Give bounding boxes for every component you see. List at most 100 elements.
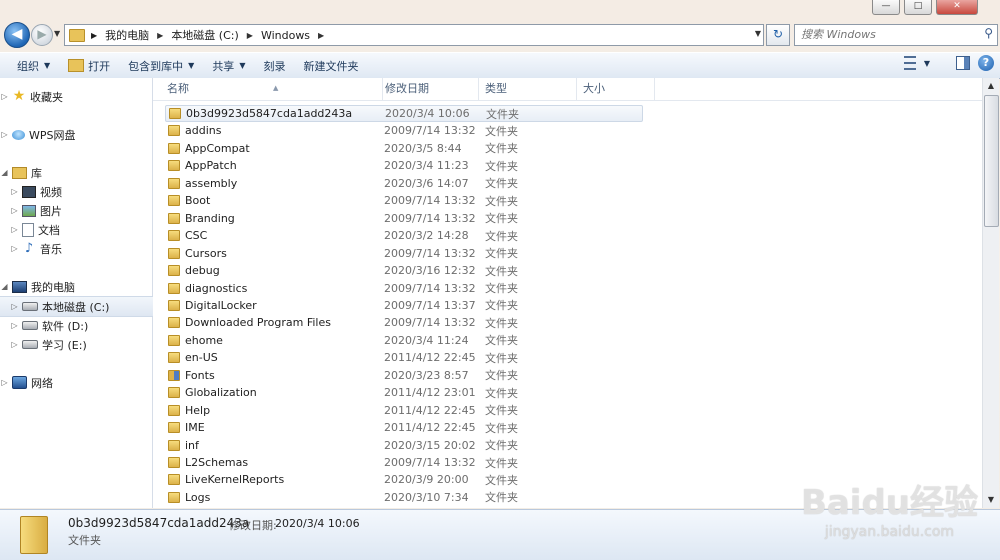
breadcrumb-chevron-icon[interactable]: ▶ — [91, 31, 97, 40]
column-header-size[interactable]: 大小 — [577, 78, 655, 100]
preview-pane-icon[interactable] — [956, 56, 970, 70]
nav-item-drive-d[interactable]: ▷ 软件 (D:) — [0, 316, 162, 335]
file-row[interactable]: debug 2020/3/16 12:32 文件夹 — [165, 262, 643, 279]
music-icon: ♪ — [24, 241, 34, 256]
file-row[interactable]: en-US 2011/4/12 22:45 文件夹 — [165, 349, 643, 366]
search-input[interactable] — [795, 25, 971, 43]
expand-arrow-icon[interactable]: ▷ — [10, 225, 19, 234]
file-row[interactable]: CSC 2020/3/2 14:28 文件夹 — [165, 227, 643, 244]
file-row[interactable]: Branding 2009/7/14 13:32 文件夹 — [165, 210, 643, 227]
file-row[interactable]: Boot 2009/7/14 13:32 文件夹 — [165, 192, 643, 209]
change-view-icon[interactable] — [903, 56, 916, 70]
open-button[interactable]: 打开 — [59, 55, 119, 76]
help-icon[interactable]: ? — [978, 55, 994, 71]
expand-arrow-icon[interactable]: ▷ — [10, 302, 19, 311]
nav-item-drive-e[interactable]: ▷ 学习 (E:) — [0, 335, 162, 354]
column-header-type[interactable]: 类型 — [479, 78, 577, 100]
breadcrumb-chevron-icon[interactable]: ▶ — [247, 31, 253, 40]
expand-arrow-icon[interactable]: ▷ — [0, 92, 9, 101]
file-row[interactable]: Globalization 2011/4/12 23:01 文件夹 — [165, 384, 643, 401]
address-dropdown-icon[interactable]: ▼ — [755, 29, 761, 38]
breadcrumb-computer[interactable]: 我的电脑 — [105, 27, 149, 43]
file-row[interactable]: Downloaded Program Files 2009/7/14 13:32 文… — [165, 314, 643, 331]
file-row[interactable]: addins 2009/7/14 13:32 文件夹 — [165, 122, 643, 139]
file-row[interactable]: Fonts 2020/3/23 8:57 文件夹 — [165, 367, 643, 384]
file-row[interactable]: inf 2020/3/15 20:02 文件夹 — [165, 437, 643, 454]
folder-icon — [168, 265, 180, 277]
file-row[interactable]: AppCompat 2020/3/5 8:44 文件夹 — [165, 140, 643, 157]
new-folder-button[interactable]: 新建文件夹 — [294, 55, 367, 76]
cloud-icon — [12, 129, 25, 140]
breadcrumb-chevron-icon[interactable]: ▶ — [318, 31, 324, 40]
refresh-button[interactable]: ↻ — [766, 24, 790, 46]
breadcrumb-windows[interactable]: Windows — [261, 29, 310, 42]
include-in-library-button[interactable]: 包含到库中 ▼ — [119, 55, 203, 76]
breadcrumb-chevron-icon[interactable]: ▶ — [157, 31, 163, 40]
open-label: 打开 — [88, 59, 111, 73]
nav-item-computer[interactable]: ◢ 我的电脑 — [0, 277, 152, 296]
file-row[interactable]: LiveKernelReports 2020/3/9 20:00 文件夹 — [165, 471, 643, 488]
file-row[interactable]: L2Schemas 2009/7/14 13:32 文件夹 — [165, 454, 643, 471]
nav-label: 本地磁盘 (C:) — [42, 300, 110, 314]
scroll-up-icon[interactable]: ▲ — [983, 78, 999, 94]
file-row[interactable]: IME 2011/4/12 22:45 文件夹 — [165, 419, 643, 436]
file-row[interactable]: Logs 2020/3/10 7:34 文件夹 — [165, 489, 643, 506]
expand-arrow-icon[interactable]: ▷ — [10, 206, 19, 215]
file-row[interactable]: ehome 2020/3/4 11:24 文件夹 — [165, 332, 643, 349]
vertical-scrollbar[interactable]: ▲ ▼ — [982, 78, 999, 508]
nav-item-music[interactable]: ▷ ♪ 音乐 — [0, 239, 162, 258]
folder-icon — [168, 195, 180, 207]
share-button[interactable]: 共享 ▼ — [203, 55, 254, 76]
file-row[interactable]: diagnostics 2009/7/14 13:32 文件夹 — [165, 280, 643, 297]
collapse-arrow-icon[interactable]: ◢ — [0, 168, 9, 177]
forward-button[interactable]: ▶ — [31, 24, 53, 46]
expand-arrow-icon[interactable]: ▷ — [0, 130, 9, 139]
scroll-thumb[interactable] — [984, 95, 999, 227]
expand-arrow-icon[interactable]: ▷ — [10, 244, 19, 253]
nav-item-network[interactable]: ▷ 网络 — [0, 373, 152, 392]
file-name: AppCompat — [185, 141, 250, 155]
file-type: 文件夹 — [485, 247, 518, 261]
file-modified-date: 2020/3/5 8:44 — [384, 141, 462, 155]
nav-item-favorites[interactable]: ▷ ★ 收藏夹 — [0, 87, 152, 106]
file-row[interactable]: AppPatch 2020/3/4 11:23 文件夹 — [165, 157, 643, 174]
maximize-button[interactable]: □ — [904, 0, 932, 15]
folder-icon — [168, 317, 180, 329]
column-header-modified[interactable]: 修改日期 — [379, 78, 479, 100]
file-type: 文件夹 — [485, 491, 518, 505]
history-dropdown-icon[interactable]: ▼ — [54, 29, 60, 38]
column-header-name[interactable]: ▲ 名称 — [161, 78, 383, 100]
expand-arrow-icon[interactable]: ▷ — [0, 378, 9, 387]
file-modified-date: 2020/3/15 20:02 — [384, 438, 476, 452]
file-row[interactable]: Help 2011/4/12 22:45 文件夹 — [165, 402, 643, 419]
close-button[interactable]: ✕ — [936, 0, 978, 15]
chevron-down-icon[interactable]: ▼ — [924, 59, 930, 68]
expand-arrow-icon[interactable]: ▷ — [10, 340, 19, 349]
breadcrumb-drive-c[interactable]: 本地磁盘 (C:) — [171, 27, 238, 43]
search-icon[interactable]: ⚲ — [984, 26, 993, 40]
file-name: L2Schemas — [185, 456, 249, 469]
file-name: Downloaded Program Files — [185, 316, 331, 330]
expand-arrow-icon[interactable]: ▷ — [10, 321, 19, 330]
nav-item-libraries[interactable]: ◢ 库 — [0, 163, 152, 182]
scroll-down-icon[interactable]: ▼ — [983, 492, 999, 508]
nav-item-wps[interactable]: ▷ WPS网盘 — [0, 125, 152, 144]
nav-item-documents[interactable]: ▷ 文档 — [0, 220, 162, 239]
file-row[interactable]: 0b3d9923d5847cda1add243a 2020/3/4 10:06 文件… — [165, 105, 643, 122]
file-row[interactable]: assembly 2020/3/6 14:07 文件夹 — [165, 175, 643, 192]
minimize-button[interactable]: — — [872, 0, 900, 15]
nav-item-pictures[interactable]: ▷ 图片 — [0, 201, 162, 220]
nav-item-videos[interactable]: ▷ 视频 — [0, 182, 162, 201]
organize-button[interactable]: 组织 ▼ — [8, 55, 59, 76]
expand-arrow-icon[interactable]: ▷ — [10, 187, 19, 196]
back-button[interactable]: ◀ — [4, 22, 30, 48]
file-row[interactable]: Cursors 2009/7/14 13:32 文件夹 — [165, 245, 643, 262]
modified-date-label: 修改日期: — [229, 519, 277, 532]
address-bar[interactable]: ▶ 我的电脑 ▶ 本地磁盘 (C:) ▶ Windows ▶ ▼ — [64, 24, 764, 46]
burn-button[interactable]: 刻录 — [254, 55, 294, 76]
nav-item-drive-c[interactable]: ▷ 本地磁盘 (C:) — [0, 296, 162, 317]
refresh-icon: ↻ — [772, 27, 784, 41]
file-row[interactable]: DigitalLocker 2009/7/14 13:37 文件夹 — [165, 297, 643, 314]
collapse-arrow-icon[interactable]: ◢ — [0, 282, 9, 291]
file-modified-date: 2020/3/6 14:07 — [384, 176, 469, 190]
